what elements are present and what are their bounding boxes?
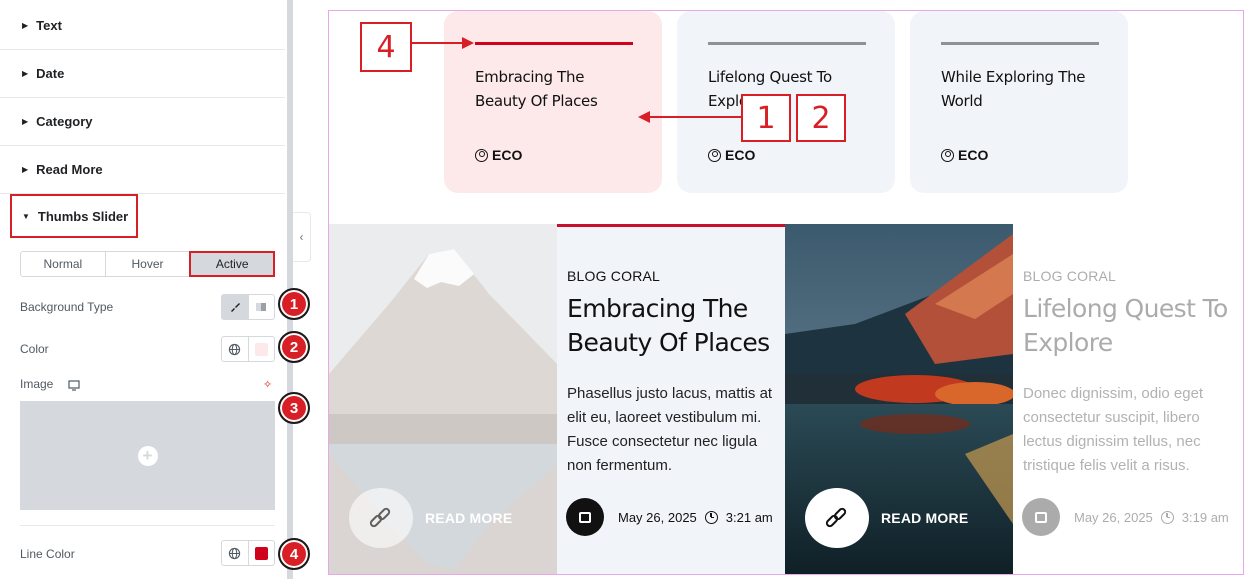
- thumb-item[interactable]: Embracing The Beauty Of Places ECO: [444, 11, 662, 193]
- plus-icon: +: [137, 445, 158, 466]
- section-thumbs-slider[interactable]: ▼ Thumbs Slider: [10, 194, 138, 238]
- brush-icon[interactable]: [222, 295, 248, 319]
- slide-date: May 26, 2025: [618, 509, 697, 525]
- slide-content: BLOG CORAL Lifelong Quest To Explore Don…: [1013, 224, 1241, 574]
- link-icon: [349, 488, 413, 548]
- thumb-title: Embracing The Beauty Of Places: [475, 68, 598, 110]
- section-label: Category: [36, 114, 93, 129]
- slide-meta: May 26, 2025 3:19 am: [1022, 498, 1229, 536]
- annotation-box-4: 4: [360, 22, 412, 72]
- clock-icon: [704, 510, 718, 524]
- annotation-box-2: 2: [796, 94, 846, 142]
- slide-category: BLOG CORAL: [1023, 268, 1117, 284]
- annotation-box-1: 1: [741, 94, 791, 142]
- section-text[interactable]: ▶ Text: [0, 2, 285, 50]
- color-label: Color: [20, 342, 49, 356]
- thumb-line: [708, 42, 866, 45]
- settings-panel: ▶ Text ▶ Date ▶ Category ▶ Read More ▼ T…: [0, 0, 290, 579]
- annotation-arrow: [638, 111, 742, 123]
- background-type-toggle: [221, 294, 275, 320]
- caret-right-icon: ▶: [22, 165, 29, 174]
- monitor-icon[interactable]: [68, 378, 80, 396]
- state-tabs: Normal Hover Active: [20, 251, 276, 277]
- user-circle-icon: [475, 148, 488, 162]
- caret-right-icon: ▶: [22, 69, 29, 78]
- step-badge-3: 3: [278, 392, 310, 424]
- section-category[interactable]: ▶ Category: [0, 98, 285, 146]
- gradient-icon[interactable]: [247, 295, 275, 319]
- thumb-category: ECO: [708, 147, 755, 163]
- slide-date: May 26, 2025: [1074, 509, 1153, 525]
- user-circle-icon: [708, 148, 721, 162]
- image-upload-area[interactable]: +: [20, 401, 275, 510]
- slide-description: Donec dignissim, odio eget consectetur s…: [1023, 385, 1204, 474]
- section-label: Read More: [36, 162, 103, 177]
- line-color-swatch[interactable]: [247, 541, 275, 565]
- thumb-category: ECO: [941, 147, 988, 163]
- slide-meta: May 26, 2025 3:21 am: [566, 498, 773, 536]
- read-more-button[interactable]: READ MORE: [349, 488, 512, 548]
- thumb-category: ECO: [475, 147, 522, 163]
- globe-icon[interactable]: [222, 541, 248, 565]
- slide-image: READ MORE: [329, 224, 557, 574]
- step-badge-1: 1: [278, 288, 310, 320]
- slide-category: BLOG CORAL: [567, 268, 661, 284]
- read-more-button[interactable]: READ MORE: [805, 488, 968, 548]
- tab-normal[interactable]: Normal: [21, 252, 106, 276]
- thumb-title: While Exploring The World: [941, 68, 1086, 110]
- globe-icon[interactable]: [222, 337, 248, 361]
- slide-image: READ MORE: [785, 224, 1013, 574]
- editor-root: ▶ Text ▶ Date ▶ Category ▶ Read More ▼ T…: [0, 0, 1251, 579]
- color-swatch[interactable]: [247, 337, 275, 361]
- section-label: Date: [36, 66, 65, 81]
- divider: [20, 525, 275, 526]
- thumb-category-label: ECO: [492, 147, 523, 163]
- caret-right-icon: ▶: [22, 21, 29, 30]
- tab-hover[interactable]: Hover: [106, 252, 191, 276]
- sparkle-icon[interactable]: ✧: [263, 378, 272, 391]
- calendar-icon: [566, 498, 604, 536]
- slide-description: Phasellus justo lacus, mattis at elit eu…: [567, 385, 773, 474]
- step-badge-2: 2: [278, 331, 310, 363]
- thumb-item[interactable]: While Exploring The World ECO: [910, 11, 1128, 193]
- chevron-left-icon[interactable]: ‹: [293, 212, 311, 262]
- slide-time: 3:19 am: [1181, 509, 1229, 525]
- thumb-category-label: ECO: [958, 147, 989, 163]
- background-type-label: Background Type: [20, 300, 114, 314]
- line-color-control: [221, 540, 275, 566]
- thumb-line: [941, 42, 1099, 45]
- read-more-label: READ MORE: [881, 510, 969, 526]
- caret-right-icon: ▶: [22, 117, 29, 126]
- slide-content: BLOG CORAL Embracing The Beauty Of Place…: [557, 224, 1013, 574]
- section-label: Thumbs Slider: [37, 208, 129, 224]
- color-control: [221, 336, 275, 362]
- image-label: Image: [20, 377, 54, 391]
- section-date[interactable]: ▶ Date: [0, 50, 285, 98]
- slide-title[interactable]: Embracing The Beauty Of Places: [567, 292, 775, 360]
- tab-active[interactable]: Active: [189, 251, 276, 277]
- slide-title[interactable]: Lifelong Quest To Explore: [1023, 292, 1231, 360]
- thumb-category-label: ECO: [725, 147, 756, 163]
- user-circle-icon: [941, 148, 954, 162]
- annotation-arrow: [412, 37, 474, 49]
- section-read-more[interactable]: ▶ Read More: [0, 146, 285, 194]
- line-color-label: Line Color: [20, 547, 75, 561]
- section-label: Text: [36, 18, 62, 33]
- step-badge-4: 4: [278, 538, 310, 570]
- read-more-label: READ MORE: [425, 510, 513, 526]
- clock-icon: [1160, 510, 1174, 524]
- slide-time: 3:21 am: [725, 509, 773, 525]
- link-icon: [805, 488, 869, 548]
- thumb-line: [475, 42, 633, 45]
- calendar-icon: [1022, 498, 1060, 536]
- caret-down-icon: ▼: [22, 211, 30, 221]
